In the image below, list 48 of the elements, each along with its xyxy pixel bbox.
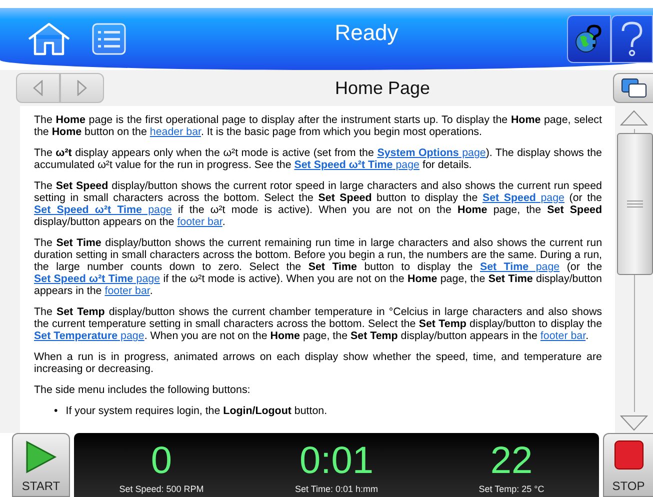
online-help-button[interactable] <box>567 15 611 63</box>
help-link[interactable]: System Options page <box>377 147 486 159</box>
stop-button[interactable]: STOP <box>603 433 653 497</box>
right-arrow-icon <box>77 80 87 96</box>
grip-icon <box>626 200 642 208</box>
help-link[interactable]: footer bar <box>540 330 586 342</box>
left-arrow-icon <box>33 80 43 96</box>
list-icon <box>92 23 126 55</box>
scroll-thumb[interactable] <box>616 133 652 275</box>
home-button[interactable] <box>26 22 72 56</box>
help-link[interactable]: Set Speed ω²t Time page <box>34 204 172 216</box>
back-button[interactable] <box>16 73 60 103</box>
stop-square-icon <box>614 440 644 470</box>
windows-icon <box>620 78 646 98</box>
window-toggle-button[interactable] <box>613 73 653 103</box>
status-title: Ready <box>334 20 398 46</box>
bullet-marker: • <box>54 405 58 417</box>
help-link[interactable]: header bar <box>150 126 201 138</box>
home-icon <box>26 22 72 56</box>
help-paragraph: The Set Speed display/button shows the current rotor speed in large characters and also shows the current run speed setting in small characters across the bottom. Select the Set Speed button to display the Set Speed page (or the Set Speed ω²t Time page if the ω²t mode is active). When you are not on the Home page, the Set Speed display/button appears on the footer bar. <box>34 180 602 228</box>
help-link[interactable]: Set Time page <box>480 261 560 273</box>
scroll-down-button[interactable] <box>620 415 648 431</box>
help-link[interactable]: Set Speed ω²t Time page <box>294 159 420 171</box>
help-page-title: Home Page <box>334 78 430 98</box>
scroll-up-button[interactable] <box>620 110 648 126</box>
globe-help-icon <box>574 24 604 54</box>
help-paragraph: When a run is in progress, animated arrows on each display show whether the speed, time, and temperature are increasing or decreasing. <box>34 351 602 375</box>
help-link[interactable]: footer bar <box>104 285 150 297</box>
readout-button[interactable]: 0 Set Speed: 500 RPM <box>74 433 249 497</box>
readout-button[interactable]: 0:01 Set Time: 0:01 h:mm <box>249 433 424 497</box>
forward-button[interactable] <box>60 73 104 103</box>
menu-button[interactable] <box>92 23 126 55</box>
help-paragraph: The ω²t display appears only when the ω²t mode is active (set from the System Options page). The display shows the accumulated ω²t value for the run in progress. See the Set Speed ω²t Time page for details. <box>34 147 602 171</box>
readout-button[interactable]: 22 Set Temp: 25 °C <box>424 433 599 497</box>
help-link[interactable]: Set Speed page <box>482 192 564 204</box>
help-paragraph: The side menu includes the following buttons: <box>34 384 252 396</box>
help-paragraph: The Home page is the first operational page to display after the instrument starts up. To display the Home page, select the Home button on the header bar. It is the basic page from which you begin most operations. <box>34 114 602 138</box>
help-link[interactable]: footer bar <box>177 216 222 228</box>
up-triangle-icon <box>620 110 648 126</box>
help-link[interactable]: Set Temperature page <box>34 330 144 342</box>
help-paragraph: The Set Time display/button shows the current remaining run time in large characters and also shows the current run duration setting in small characters across the bottom. Before you begin a run, the numbers are the same. During a run, the large number counts down to zero. Select the Set Time button to display the Set Time page (or the Set Speed ω²t Time page if the ω²t mode is active). When you are not on the Home page, the Set Time display/button appears in the footer bar. <box>34 237 602 297</box>
bullet-item: If your system requires login, the Login/Logout button. <box>66 405 328 417</box>
play-icon <box>25 440 57 474</box>
help-link[interactable]: Set Speed ω²t Time page <box>34 273 160 285</box>
help-button[interactable] <box>611 15 653 63</box>
help-paragraph: The Set Temp display/button shows the current chamber temperature in °Celcius in large characters and also shows the current temperature setting in small characters across the bottom. Select the Set Temp display/button to display the Set Temperature page. When you are not on the Home page, the Set Temp display/button appears in the footer bar. <box>34 306 602 342</box>
start-button[interactable]: START <box>12 433 70 497</box>
question-icon <box>620 21 644 57</box>
